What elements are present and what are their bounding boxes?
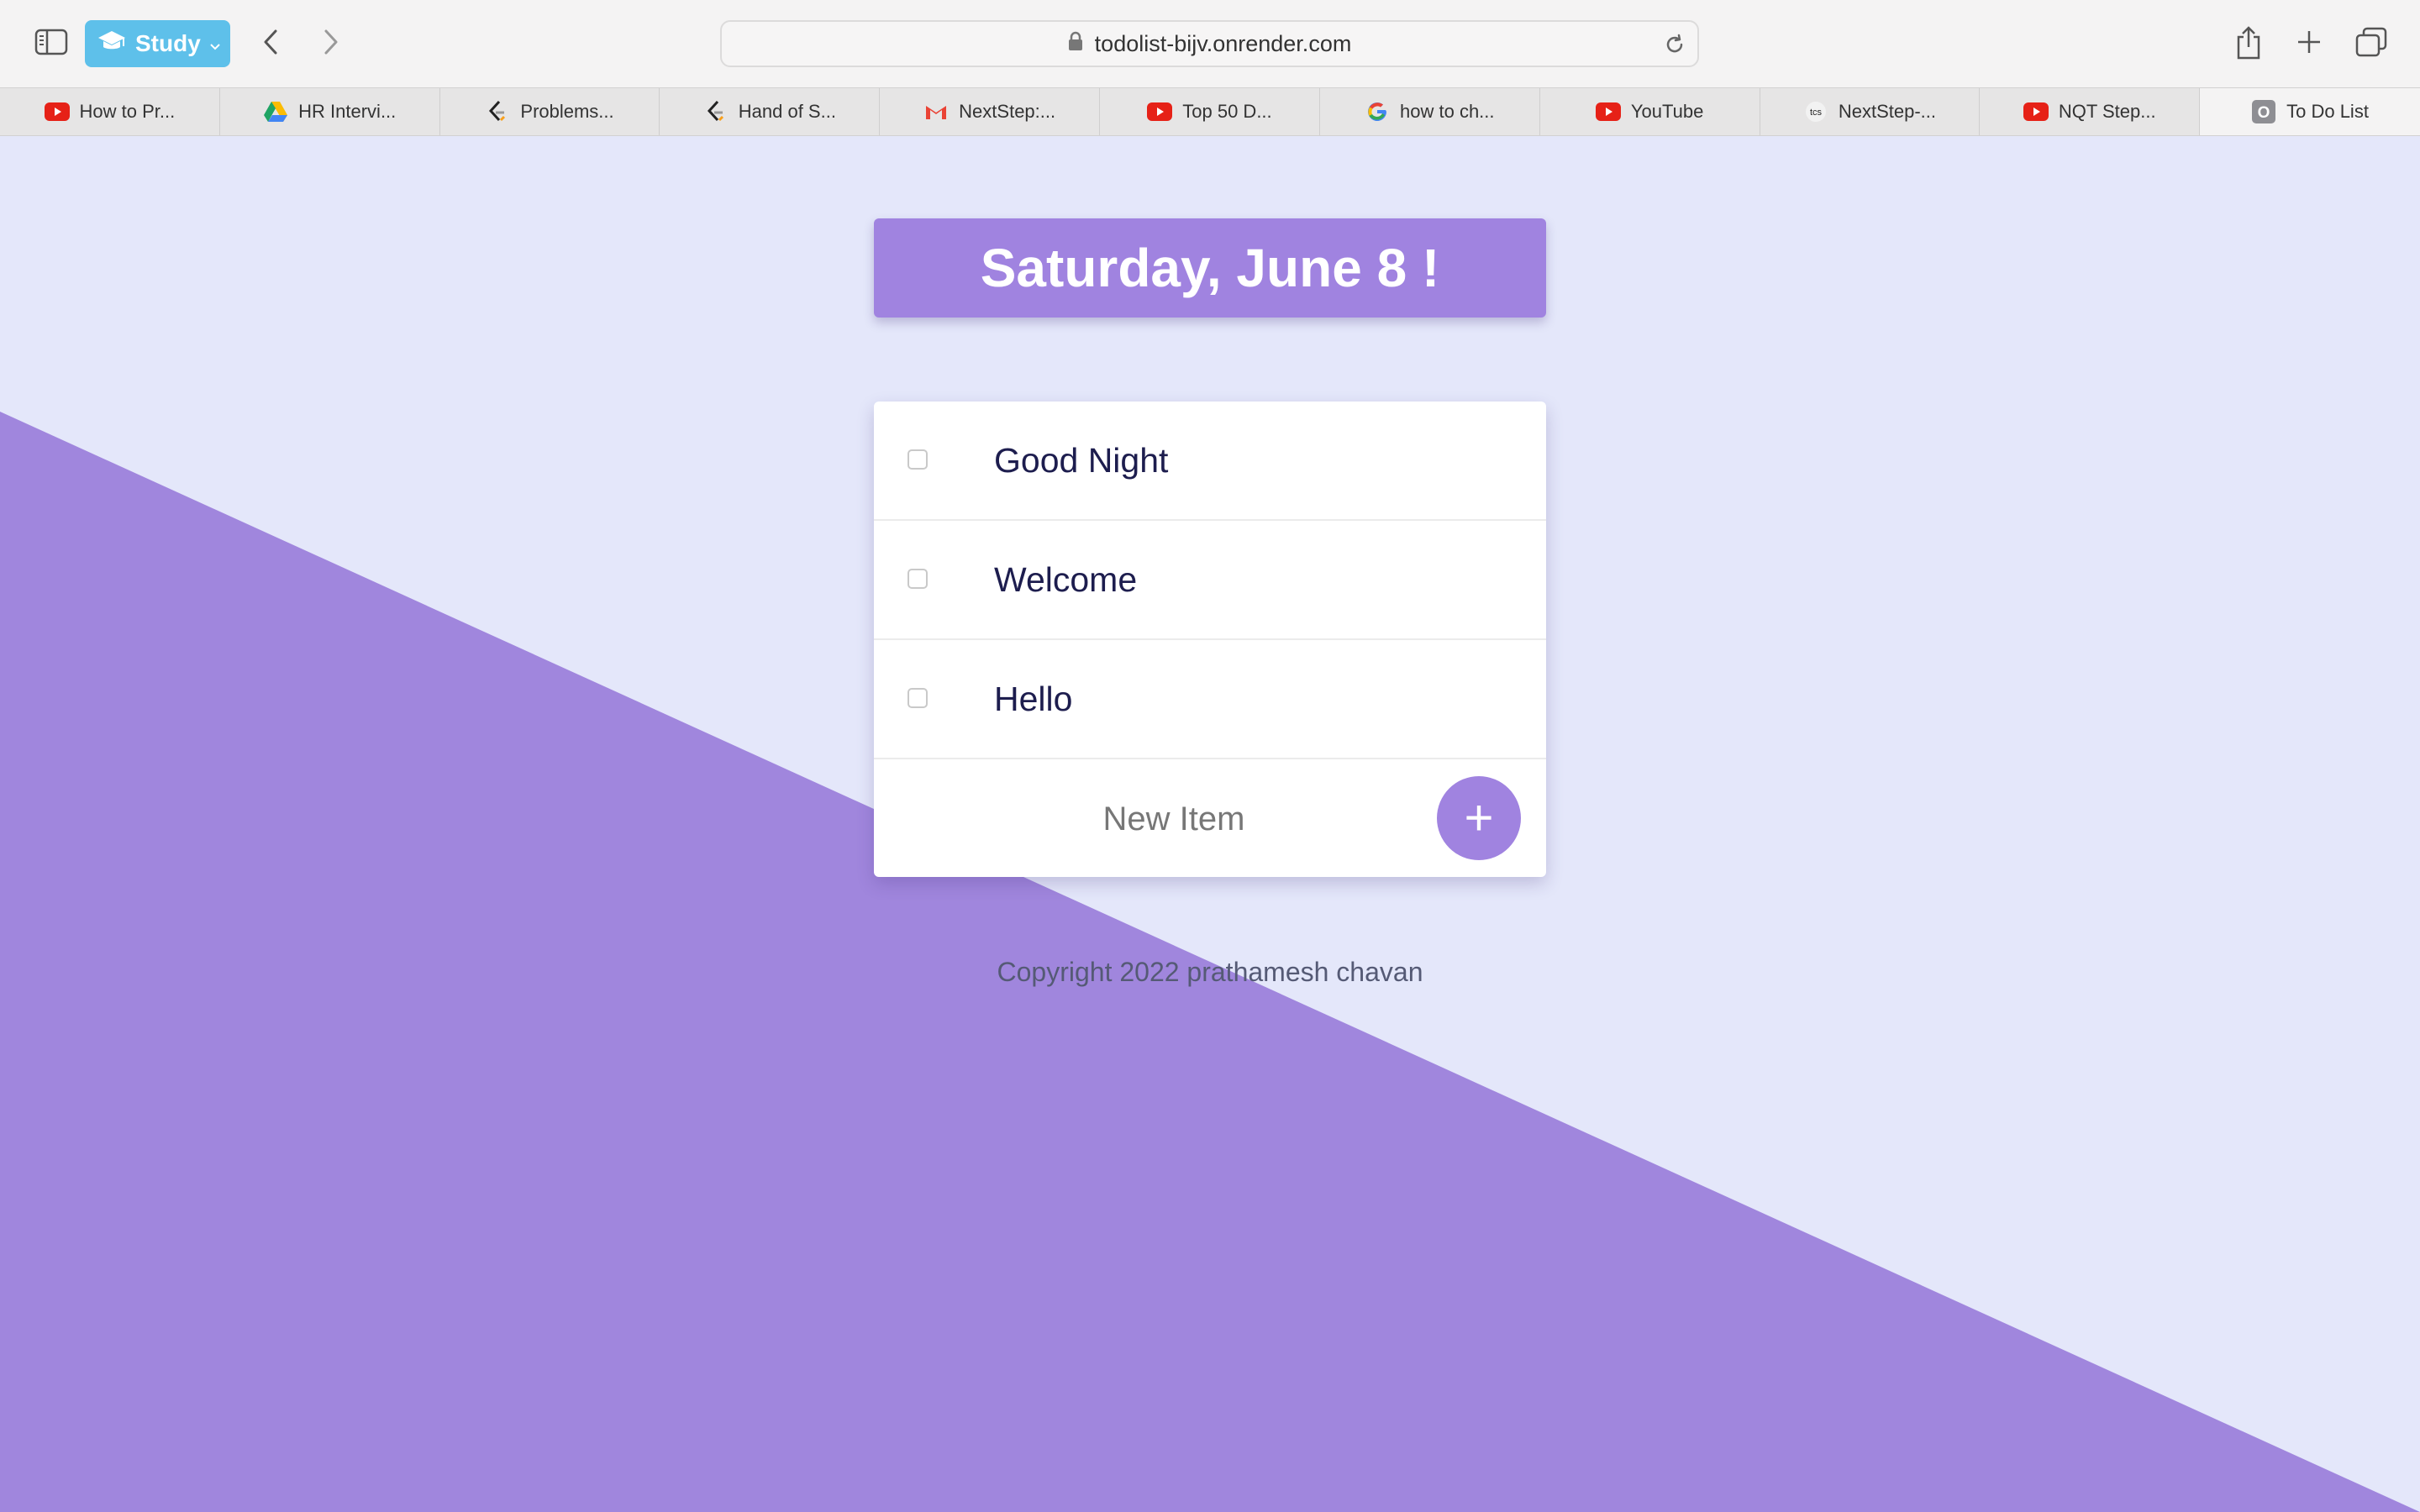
svg-text:tcs: tcs [1810, 108, 1823, 118]
tab-title: Hand of S... [738, 101, 836, 122]
tab-title: HR Intervi... [298, 101, 397, 122]
google-icon [1365, 102, 1390, 122]
browser-tab[interactable]: NQT Step... [1980, 88, 2201, 135]
item-text: Welcome [994, 559, 1138, 599]
youtube-icon [2023, 102, 2049, 122]
tab-title: NextStep-... [1838, 101, 1936, 122]
tab-title: NextStep:... [959, 101, 1056, 122]
letter-o-icon: O [2251, 100, 2276, 123]
tab-title: Top 50 D... [1182, 101, 1272, 122]
reload-icon[interactable] [1660, 30, 1689, 59]
page-content: Saturday, June 8 ! Good Night Welcome He… [0, 136, 2420, 1512]
share-icon[interactable] [2230, 22, 2267, 64]
chevron-down-icon [209, 30, 221, 57]
plus-icon[interactable] [2291, 24, 2328, 60]
browser-tab[interactable]: Problems... [440, 88, 660, 135]
svg-text:O: O [2258, 104, 2270, 122]
tab-title: Problems... [520, 101, 614, 122]
item-text: Hello [994, 679, 1073, 718]
todo-card: Good Night Welcome Hello + [874, 402, 1546, 877]
leetcode-icon [703, 100, 729, 122]
tab-overview-icon[interactable] [2353, 24, 2390, 60]
graduation-cap-icon [97, 29, 127, 59]
date-heading: Saturday, June 8 ! [874, 218, 1546, 318]
tab-group-label: Study [135, 30, 201, 56]
browser-tab[interactable]: tcs NextStep-... [1760, 88, 1981, 135]
tab-bar: How to Pr... HR Intervi... Problems... H… [0, 87, 2420, 136]
browser-tab[interactable]: Hand of S... [660, 88, 881, 135]
browser-tab-active[interactable]: O To Do List [2200, 88, 2420, 135]
youtube-icon [1595, 102, 1621, 122]
forward-arrow-icon[interactable] [313, 24, 350, 60]
browser-toolbar: Study todolist-bijv.onrender.com [0, 0, 2420, 87]
sidebar-toggle-icon[interactable] [32, 25, 71, 59]
item-checkbox[interactable] [908, 569, 928, 589]
browser-tab[interactable]: How to Pr... [0, 88, 220, 135]
item-text: Good Night [994, 440, 1169, 480]
tab-title: To Do List [2286, 101, 2369, 122]
browser-tab[interactable]: NextStep:... [880, 88, 1101, 135]
item-checkbox[interactable] [908, 688, 928, 708]
tab-group-button[interactable]: Study [85, 20, 230, 67]
new-item-row: + [874, 759, 1546, 877]
copyright-footer: Copyright 2022 prathamesh chavan [997, 957, 1423, 987]
tab-title: how to ch... [1400, 101, 1495, 122]
browser-tab[interactable]: Top 50 D... [1100, 88, 1320, 135]
tab-title: YouTube [1630, 101, 1704, 122]
url-text: todolist-bijv.onrender.com [1094, 30, 1352, 56]
back-arrow-icon[interactable] [252, 24, 289, 60]
google-drive-icon [263, 102, 288, 122]
lock-icon [1068, 31, 1083, 57]
tab-title: NQT Step... [2058, 101, 2156, 122]
tcs-icon: tcs [1803, 102, 1828, 122]
todo-item: Good Night [874, 402, 1546, 521]
browser-tab[interactable]: how to ch... [1320, 88, 1540, 135]
new-item-input[interactable] [958, 785, 1390, 853]
browser-tab[interactable]: YouTube [1540, 88, 1760, 135]
youtube-icon [1147, 102, 1173, 122]
add-item-button[interactable]: + [1437, 776, 1521, 860]
gmail-icon [923, 102, 949, 122]
tab-title: How to Pr... [79, 101, 176, 122]
item-checkbox[interactable] [908, 449, 928, 470]
address-bar[interactable]: todolist-bijv.onrender.com [720, 20, 1699, 67]
youtube-icon [44, 102, 70, 122]
browser-tab[interactable]: HR Intervi... [220, 88, 440, 135]
leetcode-icon [485, 100, 510, 122]
todo-item: Hello [874, 640, 1546, 759]
todo-item: Welcome [874, 521, 1546, 640]
